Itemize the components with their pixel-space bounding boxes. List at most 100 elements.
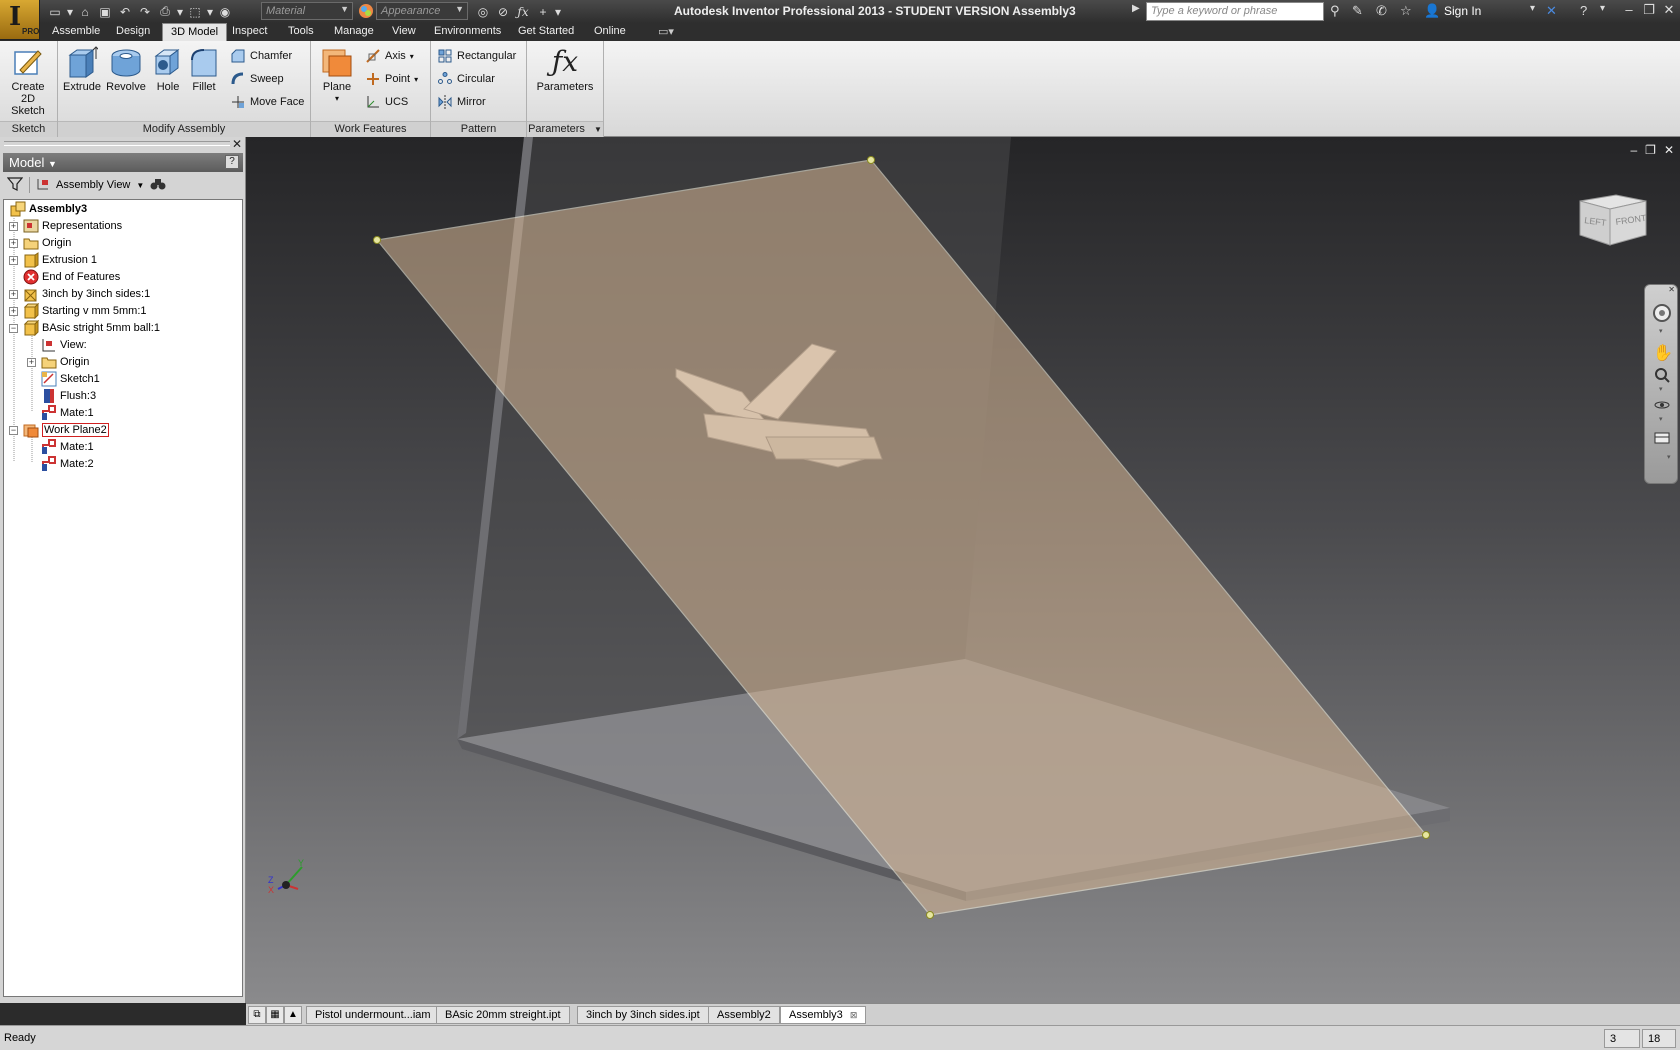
new-dropdown-icon[interactable]: ▾ xyxy=(66,4,74,20)
open-documents-icon[interactable]: ▲ xyxy=(284,1006,302,1024)
chevron-down-icon[interactable]: ▼ xyxy=(136,181,144,190)
parameters-button[interactable]: ƒx Parameters xyxy=(531,45,599,94)
expand-icon[interactable]: + xyxy=(9,289,18,299)
circular-pattern-button[interactable]: Circular xyxy=(437,69,495,89)
restore-icon[interactable]: ❐ xyxy=(1640,2,1658,18)
pan-icon[interactable]: ✋ xyxy=(1653,343,1673,363)
close-icon[interactable]: ✕ xyxy=(1668,285,1675,294)
tree-node-extrusion-1[interactable]: + Extrusion 1 xyxy=(9,251,97,269)
clear-override-icon[interactable]: ⊘ xyxy=(494,4,512,20)
point-dropdown-icon[interactable]: ▾ xyxy=(414,75,418,84)
expand-icon[interactable]: + xyxy=(9,255,18,265)
plus-icon[interactable]: + xyxy=(534,4,552,20)
tree-node-flush3[interactable]: Flush:3 xyxy=(41,387,96,405)
expand-icon[interactable]: + xyxy=(9,306,18,316)
open-folder-icon[interactable]: ⌂ xyxy=(76,4,94,20)
ucs-button[interactable]: UCS xyxy=(365,92,408,112)
parameters-dropdown-icon[interactable]: ▼ xyxy=(594,125,602,134)
doc-tab-assembly3[interactable]: Assembly3 ⊠ xyxy=(780,1006,867,1024)
print-icon[interactable]: ⎙ xyxy=(156,4,174,20)
tree-node-mate1[interactable]: Mate:1 xyxy=(41,404,94,422)
doc-tab-basic-20mm[interactable]: BAsic 20mm streight.ipt xyxy=(436,1006,570,1024)
tree-node-mate1-b[interactable]: Mate:1 xyxy=(41,438,94,456)
tab-manage[interactable]: Manage xyxy=(326,23,382,41)
fillet-button[interactable]: Fillet xyxy=(182,45,226,93)
tree-node-sub-origin[interactable]: + Origin xyxy=(27,353,89,371)
look-at-icon[interactable] xyxy=(1654,431,1670,448)
application-menu-button[interactable]: I PRO xyxy=(0,0,40,40)
chevron-down-icon[interactable]: ▾ xyxy=(1659,415,1663,423)
tree-node-starting-v[interactable]: + Starting v mm 5mm:1 xyxy=(9,302,147,320)
doc-tab-pistol-undermount[interactable]: Pistol undermount...iam xyxy=(306,1006,440,1024)
close-icon[interactable]: ✕ xyxy=(232,137,242,151)
sweep-button[interactable]: Sweep xyxy=(230,69,284,89)
mirror-button[interactable]: Mirror xyxy=(437,92,486,112)
material-icon[interactable]: ◉ xyxy=(216,4,234,20)
tab-3d-model[interactable]: 3D Model xyxy=(162,23,228,41)
graphics-viewport[interactable]: Y Z X – ❐ ✕ LEFT FRONT ✕ ▾ ✋ ▾ ▾ ▾ xyxy=(246,137,1680,1003)
adjust-icon[interactable]: ◎ xyxy=(474,4,492,20)
close-icon[interactable]: ✕ xyxy=(1664,143,1674,157)
tree-node-sketch1[interactable]: Sketch1 xyxy=(41,370,100,388)
plane-button[interactable]: Plane ▾ xyxy=(315,45,359,105)
new-file-icon[interactable]: ▭ xyxy=(46,4,64,20)
browser-header[interactable]: Model ▼ ? xyxy=(3,153,243,172)
redo-icon[interactable]: ↷ xyxy=(136,4,154,20)
exchange-icon[interactable]: ✕ xyxy=(1546,3,1557,19)
revolve-button[interactable]: Revolve xyxy=(104,45,148,93)
appearance-icon[interactable] xyxy=(358,3,374,22)
sign-in-dropdown-icon[interactable]: ▾ xyxy=(1530,3,1535,14)
doc-tab-3inch-sides[interactable]: 3inch by 3inch sides.ipt xyxy=(577,1006,709,1024)
print-dropdown-icon[interactable]: ▾ xyxy=(176,4,184,20)
extrude-button[interactable]: Extrude xyxy=(60,45,104,93)
tab-online[interactable]: Online xyxy=(586,23,634,41)
tree-node-basic-stright[interactable]: − BAsic stright 5mm ball:1 xyxy=(9,319,160,337)
select-icon[interactable]: ⬚ xyxy=(186,4,204,20)
help-icon[interactable]: ? xyxy=(1580,3,1587,18)
expand-icon[interactable]: + xyxy=(27,357,36,367)
fx-icon[interactable]: ƒx xyxy=(514,4,532,20)
point-button[interactable]: Point ▾ xyxy=(365,69,418,89)
tab-environments[interactable]: Environments xyxy=(426,23,509,41)
tree-node-view[interactable]: View: xyxy=(41,336,87,354)
collapse-icon[interactable]: − xyxy=(9,323,18,333)
binoculars-icon[interactable]: ⚲ xyxy=(1330,3,1340,19)
search-input[interactable]: Type a keyword or phrase xyxy=(1146,2,1324,21)
chevron-down-icon[interactable]: ▾ xyxy=(1659,327,1663,335)
star-icon[interactable]: ☆ xyxy=(1400,3,1412,19)
info-arrow-icon[interactable]: ▶ xyxy=(1132,3,1140,14)
zoom-icon[interactable] xyxy=(1654,367,1670,386)
tab-inspect[interactable]: Inspect xyxy=(224,23,275,41)
restore-icon[interactable]: ❐ xyxy=(1645,143,1656,157)
rectangular-pattern-button[interactable]: Rectangular xyxy=(437,46,516,66)
cascade-windows-icon[interactable]: ⧉ xyxy=(248,1006,266,1024)
chevron-down-icon[interactable]: ▾ xyxy=(1659,385,1663,393)
steering-wheel-icon[interactable] xyxy=(1652,303,1672,326)
chevron-down-icon[interactable]: ▾ xyxy=(1667,453,1671,461)
tree-node-work-plane2[interactable]: − Work Plane2 xyxy=(9,421,109,439)
help-icon[interactable]: ? xyxy=(225,155,239,169)
tab-get-started[interactable]: Get Started xyxy=(510,23,582,41)
browser-grip[interactable] xyxy=(4,141,230,146)
binoculars-icon[interactable] xyxy=(150,177,166,194)
orbit-icon[interactable] xyxy=(1654,397,1670,416)
plane-dropdown-icon[interactable]: ▾ xyxy=(315,93,359,105)
ribbon-toggle-icon[interactable]: ▭▾ xyxy=(650,23,682,41)
move-face-button[interactable]: Move Face xyxy=(230,92,304,112)
collapse-icon[interactable]: − xyxy=(9,425,18,435)
axis-dropdown-icon[interactable]: ▾ xyxy=(410,52,414,61)
tree-node-end-of-features[interactable]: End of Features xyxy=(23,268,120,286)
minimize-icon[interactable]: – xyxy=(1620,2,1638,17)
tree-node-origin[interactable]: + Origin xyxy=(9,234,71,252)
tab-assemble[interactable]: Assemble xyxy=(44,23,108,41)
tree-node-assembly3[interactable]: Assembly3 xyxy=(10,200,87,218)
save-icon[interactable]: ▣ xyxy=(96,4,114,20)
expand-icon[interactable]: + xyxy=(9,238,18,248)
material-combo[interactable]: Material ▼ xyxy=(261,2,353,20)
minimize-icon[interactable]: – xyxy=(1630,143,1637,157)
filter-icon[interactable] xyxy=(6,176,24,194)
assembly-view-selector[interactable]: Assembly View xyxy=(56,179,130,191)
close-icon[interactable]: ⊠ xyxy=(850,1010,858,1020)
customize-dropdown-icon[interactable]: ▾ xyxy=(554,4,562,20)
tab-tools[interactable]: Tools xyxy=(280,23,322,41)
